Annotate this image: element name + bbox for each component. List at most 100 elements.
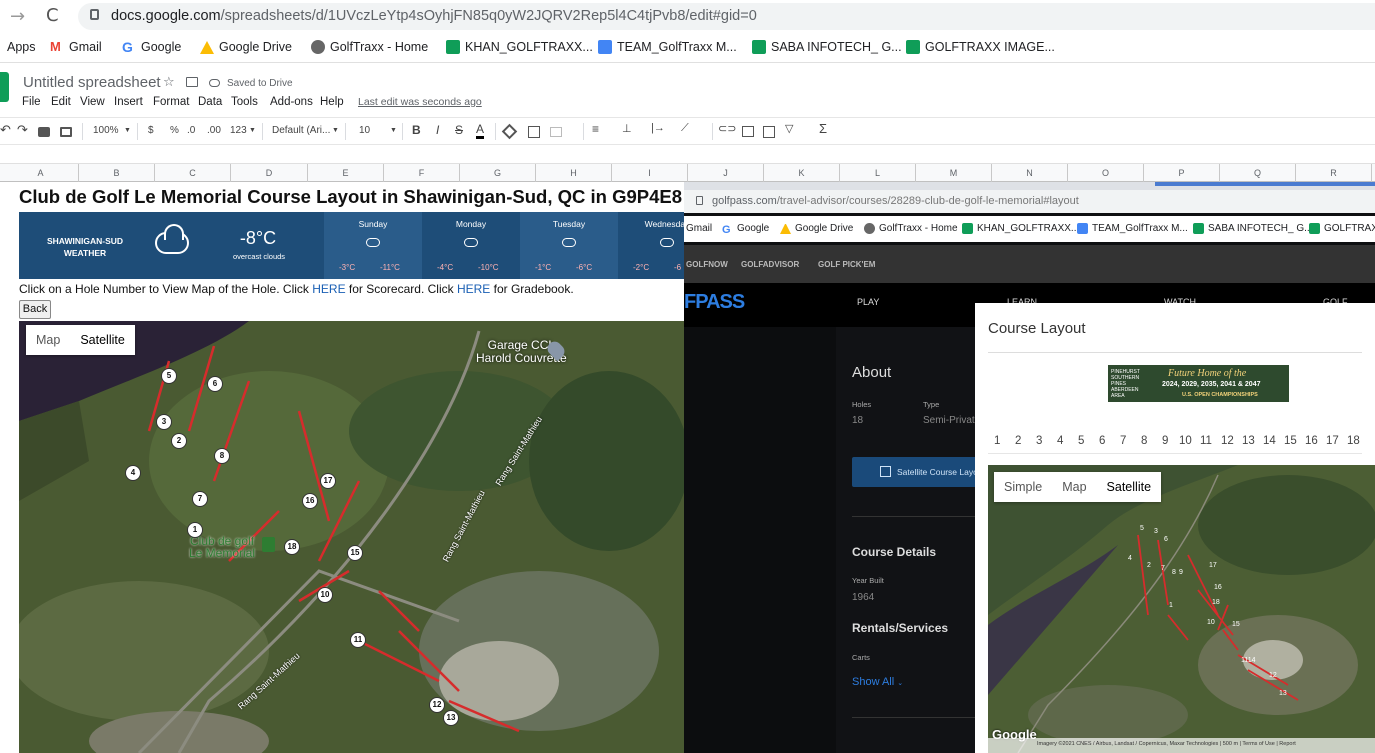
column-header[interactable]: Q [1220,164,1296,182]
last-edit-link[interactable]: Last edit was seconds ago [358,96,482,108]
bookmark-team[interactable]: TEAM_GolfTraxx M... [598,40,737,54]
hole-tab[interactable]: 5 [1078,435,1084,447]
column-header[interactable]: B [79,164,155,182]
satellite-button[interactable]: Satellite [1097,472,1161,502]
hole-label[interactable]: 6 [1164,536,1168,543]
bookmark-google[interactable]: G Google [122,40,181,54]
bookmark-team[interactable]: TEAM_GolfTraxx M... [1077,223,1188,234]
star-icon[interactable]: ☆ [163,75,175,90]
hole-marker[interactable]: 15 [347,545,363,561]
column-header[interactable]: M [916,164,992,182]
hole-label[interactable]: 3 [1154,528,1158,535]
comment-icon[interactable] [742,126,754,137]
menu-help[interactable]: Help [320,96,344,108]
sheets-logo-icon[interactable] [0,72,9,102]
hole-label[interactable]: 1114 [1241,657,1256,664]
functions-button[interactable]: Σ [819,121,827,136]
hole-label[interactable]: 17 [1209,562,1217,569]
hole-tab[interactable]: 1 [994,435,1000,447]
bookmark-google-drive[interactable]: Google Drive [780,223,853,234]
simple-button[interactable]: Simple [994,472,1052,502]
column-header[interactable]: F [384,164,460,182]
column-header[interactable]: N [992,164,1068,182]
link-icon[interactable]: ⊂⊃ [718,122,736,135]
reload-icon[interactable]: C [46,5,59,26]
hole-marker[interactable]: 2 [171,433,187,449]
column-header[interactable]: P [1144,164,1220,182]
hole-marker[interactable]: 12 [429,697,445,713]
hole-label[interactable]: 5 [1140,525,1144,532]
bookmark-khan[interactable]: KHAN_GOLFTRAXX... [962,223,1079,234]
merge-cells-icon[interactable] [550,127,562,137]
chart-icon[interactable] [763,126,775,138]
font-size-select[interactable]: 10 [359,125,370,136]
bookmark-golftraxx-home[interactable]: GolfTraxx - Home [864,223,958,234]
hole-marker[interactable]: 16 [302,493,318,509]
hole-marker[interactable]: 3 [156,414,172,430]
column-header[interactable]: E [308,164,384,182]
valign-icon[interactable]: ⊥ [622,122,632,135]
hole-label[interactable]: 15 [1232,621,1240,628]
nav-golfnow[interactable]: GOLFNOW [686,260,728,269]
hole-marker[interactable]: 17 [320,473,336,489]
menu-addons[interactable]: Add-ons [270,96,313,108]
align-icon[interactable]: ≡ [592,122,599,136]
column-header[interactable]: L [840,164,916,182]
hole-tab[interactable]: 8 [1141,435,1147,447]
hole-label[interactable]: 1 [1169,602,1173,609]
hole-marker[interactable]: 7 [192,491,208,507]
column-header[interactable]: K [764,164,840,182]
satellite-button[interactable]: Satellite [70,325,134,355]
column-header[interactable]: G [460,164,536,182]
document-title[interactable]: Untitled spreadsheet [23,74,161,91]
print-icon[interactable] [38,127,50,137]
bookmark-golftraxx-image[interactable]: GOLFTRAXX IMAGE... [906,40,1055,54]
bookmark-google[interactable]: G Google [722,223,769,236]
gradebook-link[interactable]: HERE [457,282,490,296]
map-button[interactable]: Map [1052,472,1096,502]
undo-icon[interactable]: ↶ [0,122,11,138]
fill-color-icon[interactable] [501,123,518,140]
paint-format-icon[interactable] [60,127,72,137]
golf-course-icon[interactable] [262,537,275,552]
column-header[interactable]: H [536,164,612,182]
menu-format[interactable]: Format [153,96,189,108]
hole-label[interactable]: 10 [1207,619,1215,626]
bookmark-golftraxx[interactable]: GOLFTRAXX [1309,223,1375,234]
address-bar[interactable]: docs.google.com/spreadsheets/d/1UVczLeYt… [78,3,1375,30]
column-header[interactable]: R [1296,164,1372,182]
forward-arrow-icon[interactable]: → [10,6,25,27]
menu-edit[interactable]: Edit [51,96,71,108]
hole-tab[interactable]: 4 [1057,435,1063,447]
strikethrough-button[interactable]: S [455,123,463,137]
hole-marker[interactable]: 1 [187,522,203,538]
hole-tab[interactable]: 3 [1036,435,1042,447]
hole-tab[interactable]: 9 [1162,435,1168,447]
advertisement-banner[interactable]: PINEHURST SOUTHERN PINES ABERDEEN AREA F… [1108,365,1289,402]
nav-golfadvisor[interactable]: GOLFADVISOR [741,260,799,269]
menu-data[interactable]: Data [198,96,222,108]
font-select[interactable]: Default (Ari... [272,125,330,136]
scorecard-link[interactable]: HERE [312,282,345,296]
satellite-map[interactable]: Map Satellite Garage CCL Harold Couvrette… [19,321,684,753]
bookmark-khan[interactable]: KHAN_GOLFTRAXX... [446,40,593,54]
back-button[interactable]: Back [19,300,51,319]
hole-tab[interactable]: 14 [1263,435,1276,447]
menu-tools[interactable]: Tools [231,96,258,108]
course-satellite-map[interactable]: Simple Map Satellite 5 3 6 4 2 7 8 9 1 1… [988,465,1375,753]
hole-label[interactable]: 12 [1269,672,1277,679]
bold-button[interactable]: B [412,123,421,137]
currency-button[interactable]: $ [148,125,154,136]
hole-label[interactable]: 4 [1128,555,1132,562]
hole-marker[interactable]: 10 [317,587,333,603]
hole-marker[interactable]: 8 [214,448,230,464]
column-header[interactable]: J [688,164,764,182]
folder-icon[interactable] [186,77,198,87]
column-header[interactable]: A [3,164,79,182]
hole-tab[interactable]: 12 [1221,435,1234,447]
hole-tab[interactable]: 10 [1179,435,1192,447]
hole-tab[interactable]: 6 [1099,435,1105,447]
decrease-decimal-button[interactable]: .0 [187,125,195,136]
bookmark-saba[interactable]: SABA INFOTECH_ G... [752,40,902,54]
bookmark-google-drive[interactable]: Google Drive [200,40,292,54]
